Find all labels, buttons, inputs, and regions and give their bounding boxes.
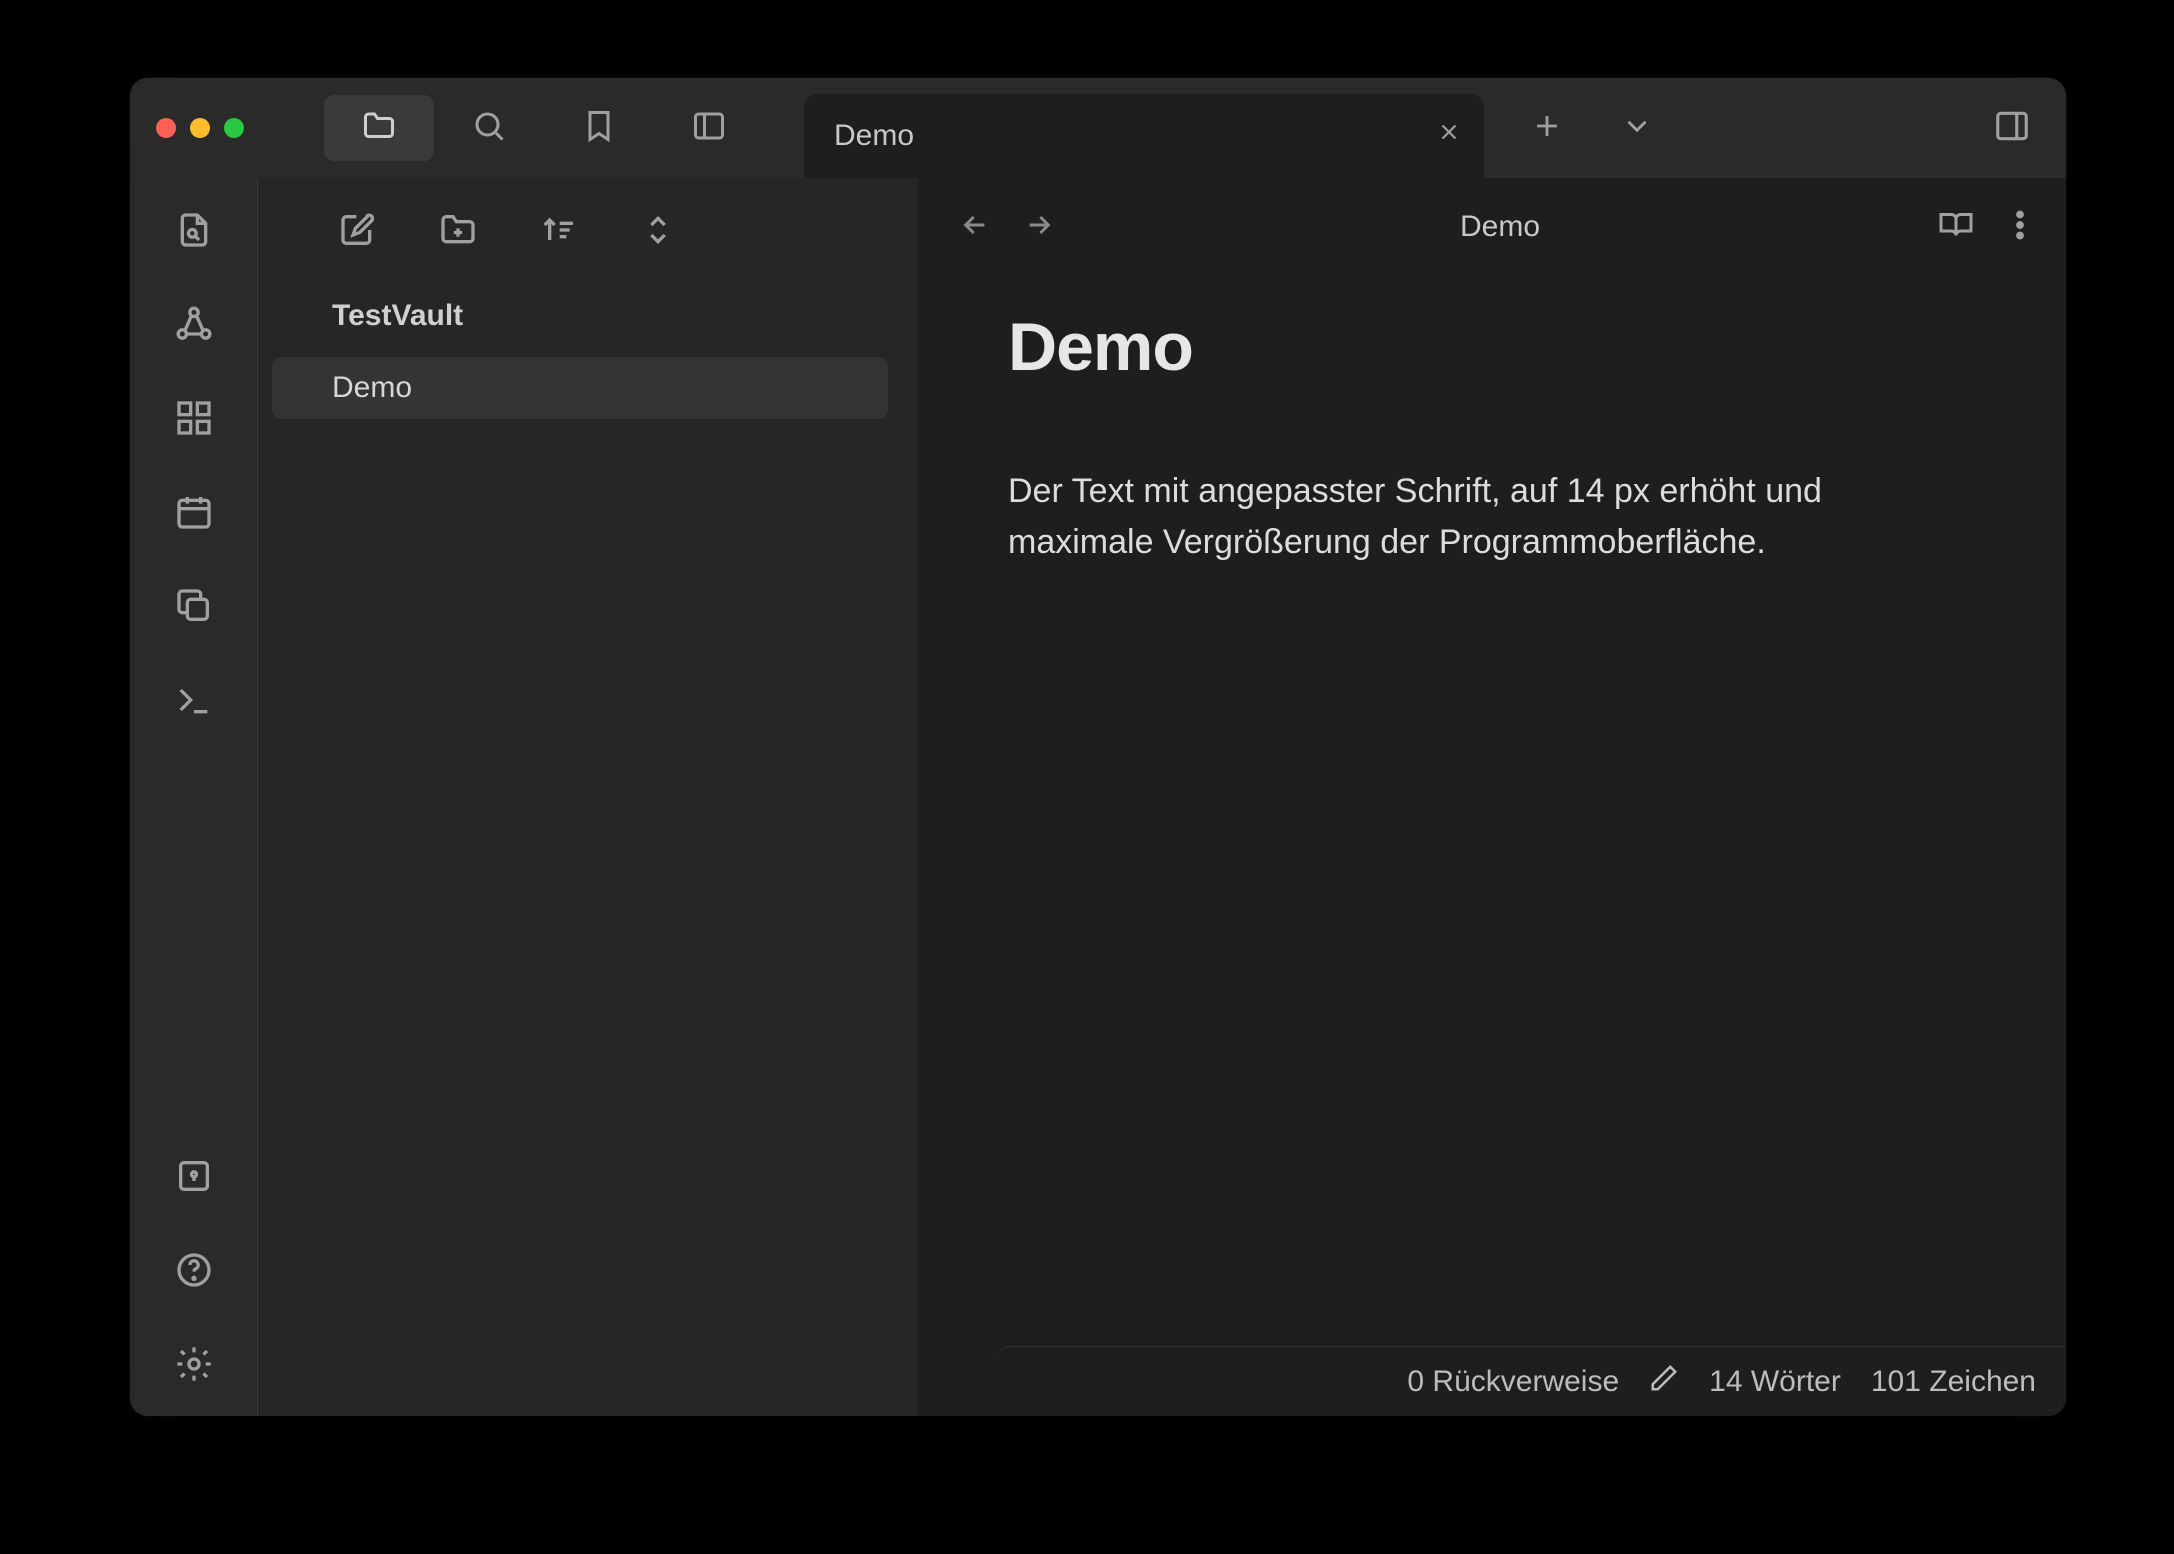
graph-view-button[interactable] [164, 300, 224, 352]
copy-icon [174, 586, 214, 631]
vault-button[interactable] [164, 1152, 224, 1204]
tab-actions [1484, 78, 1682, 178]
chevron-down-icon [1620, 109, 1654, 148]
document-body[interactable]: Der Text mit angepasster Schrift, auf 14… [1008, 466, 1828, 568]
grid-icon [174, 398, 214, 443]
daily-note-button[interactable] [164, 488, 224, 540]
titlebar: Demo [130, 78, 2066, 178]
ribbon-top [130, 206, 257, 728]
tab-label: Demo [834, 119, 914, 153]
left-panel-switcher [274, 95, 764, 161]
pencil-icon [1649, 1363, 1679, 1401]
nav-forward-button[interactable] [1016, 204, 1062, 250]
editor-content[interactable]: Demo Der Text mit angepasster Schrift, a… [918, 268, 2066, 1346]
bookmark-icon [581, 108, 617, 149]
nav-back-button[interactable] [952, 204, 998, 250]
status-chars[interactable]: 101 Zeichen [1871, 1365, 2036, 1399]
search-tab[interactable] [434, 95, 544, 161]
help-icon [174, 1250, 214, 1295]
editor-header-actions [1938, 207, 2038, 248]
arrow-right-icon [1023, 209, 1055, 246]
close-icon [1436, 119, 1462, 152]
file-item-demo[interactable]: Demo [272, 357, 888, 419]
search-icon [471, 108, 507, 149]
more-vertical-icon [2002, 230, 2038, 247]
sidebar-left-icon [691, 108, 727, 149]
help-button[interactable] [164, 1246, 224, 1298]
reading-view-button[interactable] [1938, 207, 1974, 248]
ribbon-bottom [130, 1152, 257, 1392]
plus-icon [1530, 109, 1564, 148]
file-item-label: Demo [332, 371, 412, 404]
terminal-icon [174, 680, 214, 725]
app-body: TestVault Demo Demo [130, 178, 2066, 1416]
new-note-button[interactable] [338, 210, 378, 255]
editor-header: Demo [918, 178, 2066, 268]
sidebar-right-icon [1993, 107, 2031, 150]
app-window: Demo [130, 78, 2066, 1416]
status-backlinks[interactable]: 0 Rückverweise [1407, 1365, 1619, 1399]
templates-button[interactable] [164, 582, 224, 634]
ribbon [130, 178, 258, 1416]
settings-button[interactable] [164, 1340, 224, 1392]
vault-name: TestVault [258, 275, 918, 349]
chevrons-up-down-icon [638, 210, 678, 255]
bookmarks-tab[interactable] [544, 95, 654, 161]
maximize-window-button[interactable] [224, 118, 244, 138]
sort-icon [538, 210, 578, 255]
file-search-icon [174, 210, 214, 255]
calendar-icon [174, 492, 214, 537]
quick-switcher-button[interactable] [164, 206, 224, 258]
new-tab-button[interactable] [1502, 95, 1592, 161]
explorer-toolbar [258, 178, 918, 275]
file-explorer-tab[interactable] [324, 95, 434, 161]
pen-square-icon [338, 210, 378, 255]
tab-close-button[interactable] [1436, 119, 1462, 153]
book-open-icon [1938, 230, 1974, 247]
status-bar: 0 Rückverweise 14 Wörter 101 Zeichen [998, 1346, 2066, 1416]
folder-icon [361, 108, 397, 149]
canvas-button[interactable] [164, 394, 224, 446]
file-explorer: TestVault Demo [258, 178, 918, 1416]
status-words[interactable]: 14 Wörter [1709, 1365, 1841, 1399]
gear-icon [174, 1344, 214, 1389]
document-heading[interactable]: Demo [1008, 308, 1976, 386]
editor-title[interactable]: Demo [1080, 210, 1920, 244]
editor-pane: Demo Demo Der Text mit an [918, 178, 2066, 1416]
folder-plus-icon [438, 210, 478, 255]
left-panel-toggle[interactable] [654, 95, 764, 161]
right-panel-toggle[interactable] [1972, 95, 2052, 161]
graph-icon [174, 304, 214, 349]
more-options-button[interactable] [2002, 207, 2038, 248]
collapse-button[interactable] [638, 210, 678, 255]
sort-button[interactable] [538, 210, 578, 255]
tab-demo[interactable]: Demo [804, 94, 1484, 178]
vault-icon [174, 1156, 214, 1201]
new-folder-button[interactable] [438, 210, 478, 255]
traffic-lights [130, 118, 274, 138]
tab-strip: Demo [804, 78, 1972, 178]
minimize-window-button[interactable] [190, 118, 210, 138]
tab-dropdown-button[interactable] [1592, 95, 1682, 161]
close-window-button[interactable] [156, 118, 176, 138]
status-edit-mode[interactable] [1649, 1363, 1679, 1401]
arrow-left-icon [959, 209, 991, 246]
command-palette-button[interactable] [164, 676, 224, 728]
